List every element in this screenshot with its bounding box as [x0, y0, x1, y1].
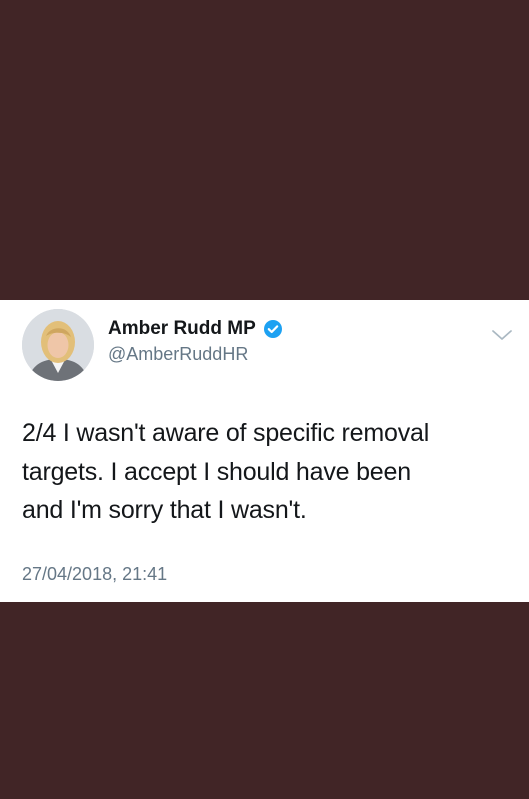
- tweet-menu-button[interactable]: [490, 326, 514, 344]
- avatar[interactable]: [22, 309, 94, 381]
- verified-badge-icon: [263, 319, 283, 339]
- tweet-timestamp[interactable]: 27/04/2018, 21:41: [22, 564, 167, 585]
- tweet-text-line: 2/4 I wasn't aware of specific removal: [22, 419, 430, 447]
- author-handle[interactable]: @AmberRuddHR: [108, 344, 248, 365]
- chevron-down-icon: [492, 330, 512, 340]
- tweet-text-line: targets. I accept I should have been: [22, 457, 411, 486]
- tweet-text-line: and I'm sorry that I wasn't.: [22, 496, 307, 524]
- author-name[interactable]: Amber Rudd MP: [108, 318, 256, 340]
- tweet-text: 2/4 I wasn't aware of specific removal t…: [22, 414, 512, 530]
- author-name-row[interactable]: Amber Rudd MP: [108, 318, 283, 340]
